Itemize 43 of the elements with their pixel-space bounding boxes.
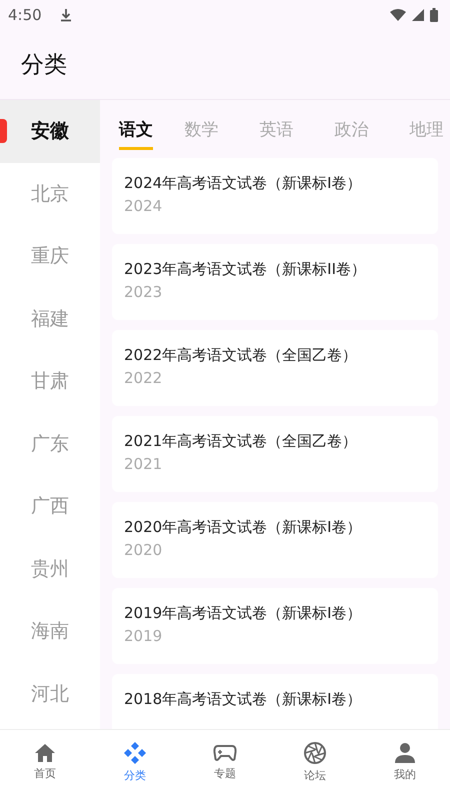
paper-title: 2022年高考语文试卷（全国乙卷） — [124, 346, 358, 365]
nav-tab[interactable]: 专题 — [180, 730, 270, 800]
subject-tab[interactable]: 数学 — [175, 118, 228, 150]
paper-card[interactable]: 2022年高考语文试卷（全国乙卷） 2022 — [112, 330, 438, 406]
nav-tab[interactable]: 分类 — [90, 730, 180, 800]
paper-year: 2023 — [124, 283, 164, 301]
paper-title: 2023年高考语文试卷（新课标II卷） — [124, 260, 368, 279]
paper-title: 2024年高考语文试卷（新课标I卷） — [124, 174, 363, 193]
nav-tab[interactable]: 我的 — [360, 730, 450, 800]
subject-tab[interactable]: 语文 — [119, 118, 153, 150]
subject-tab[interactable]: 政治 — [325, 118, 378, 150]
paper-card[interactable]: 2021年高考语文试卷（全国乙卷） 2021 — [112, 416, 438, 492]
dpad-icon — [123, 741, 147, 765]
paper-year: 2022 — [124, 369, 164, 387]
paper-card[interactable]: 2024年高考语文试卷（新课标I卷） 2024 — [112, 158, 438, 234]
paper-title: 2021年高考语文试卷（全国乙卷） — [124, 432, 358, 451]
paper-title: 2018年高考语文试卷（新课标I卷） — [124, 690, 363, 709]
battery-icon — [430, 8, 438, 22]
gamepad-icon — [213, 743, 237, 763]
subject-tab[interactable]: 地理 — [400, 118, 450, 150]
paper-year: 2024 — [124, 197, 164, 215]
home-icon — [34, 743, 56, 763]
paper-card[interactable]: 2019年高考语文试卷（新课标I卷） 2019 — [112, 588, 438, 664]
paper-card[interactable]: 2020年高考语文试卷（新课标I卷） 2020 — [112, 502, 438, 578]
nav-tab[interactable]: 首页 — [0, 730, 90, 800]
paper-card[interactable]: 2023年高考语文试卷（新课标II卷） 2023 — [112, 244, 438, 320]
province-item[interactable]: 安徽 — [0, 100, 100, 162]
paper-year: 2019 — [124, 627, 164, 645]
wifi-icon — [390, 9, 406, 21]
subject-tab[interactable]: 英语 — [250, 118, 303, 150]
signal-icon — [412, 9, 424, 21]
paper-title: 2019年高考语文试卷（新课标I卷） — [124, 604, 363, 623]
paper-title: 2020年高考语文试卷（新课标I卷） — [124, 518, 363, 537]
page-title: 分类 — [21, 51, 67, 80]
paper-card[interactable]: 2018年高考语文试卷（新课标I卷） — [112, 674, 438, 729]
nav-tab[interactable]: 论坛 — [270, 730, 360, 800]
paper-year: 2020 — [124, 541, 164, 559]
selection-indicator — [0, 119, 7, 143]
person-icon — [394, 742, 416, 764]
aperture-icon — [303, 741, 327, 765]
status-time: 4:50 — [8, 6, 42, 24]
paper-year: 2021 — [124, 455, 164, 473]
download-icon — [60, 8, 72, 22]
